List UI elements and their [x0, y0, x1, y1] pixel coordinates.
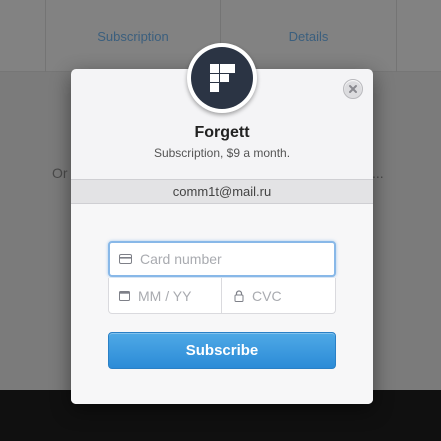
card-number-placeholder: Card number	[140, 251, 222, 267]
close-button[interactable]	[343, 79, 363, 99]
checkout-modal: comm1t@mail.ru Forgett Subscription, $9 …	[71, 43, 373, 404]
email-bar: comm1t@mail.ru	[71, 179, 373, 204]
credit-card-icon	[119, 254, 132, 264]
background-tab-label: Details	[288, 28, 329, 44]
modal-title: Forgett	[194, 124, 250, 141]
background-text-right: ...	[372, 165, 384, 181]
lock-icon	[234, 289, 244, 302]
cvc-placeholder: CVC	[252, 287, 282, 304]
background-text-left: Or	[52, 165, 68, 181]
calendar-icon	[119, 290, 130, 301]
forgett-logo-icon	[191, 47, 253, 109]
expiry-placeholder: MM / YY	[138, 287, 192, 304]
subscribe-label: Subscribe	[185, 342, 259, 359]
card-details-row: MM / YY CVC	[108, 278, 336, 314]
subscribe-button[interactable]: Subscribe	[108, 332, 336, 369]
background-tab-label: Subscription	[97, 28, 169, 44]
background-tab-extra	[396, 0, 441, 72]
card-number-input[interactable]: Card number	[108, 241, 336, 277]
cvc-input[interactable]: CVC	[223, 278, 336, 313]
close-icon	[348, 84, 358, 94]
email-text: comm1t@mail.ru	[172, 184, 272, 199]
expiry-input[interactable]: MM / YY	[109, 278, 222, 313]
modal-subtitle: Subscription, $9 a month.	[153, 146, 291, 160]
logo-badge	[187, 43, 257, 113]
